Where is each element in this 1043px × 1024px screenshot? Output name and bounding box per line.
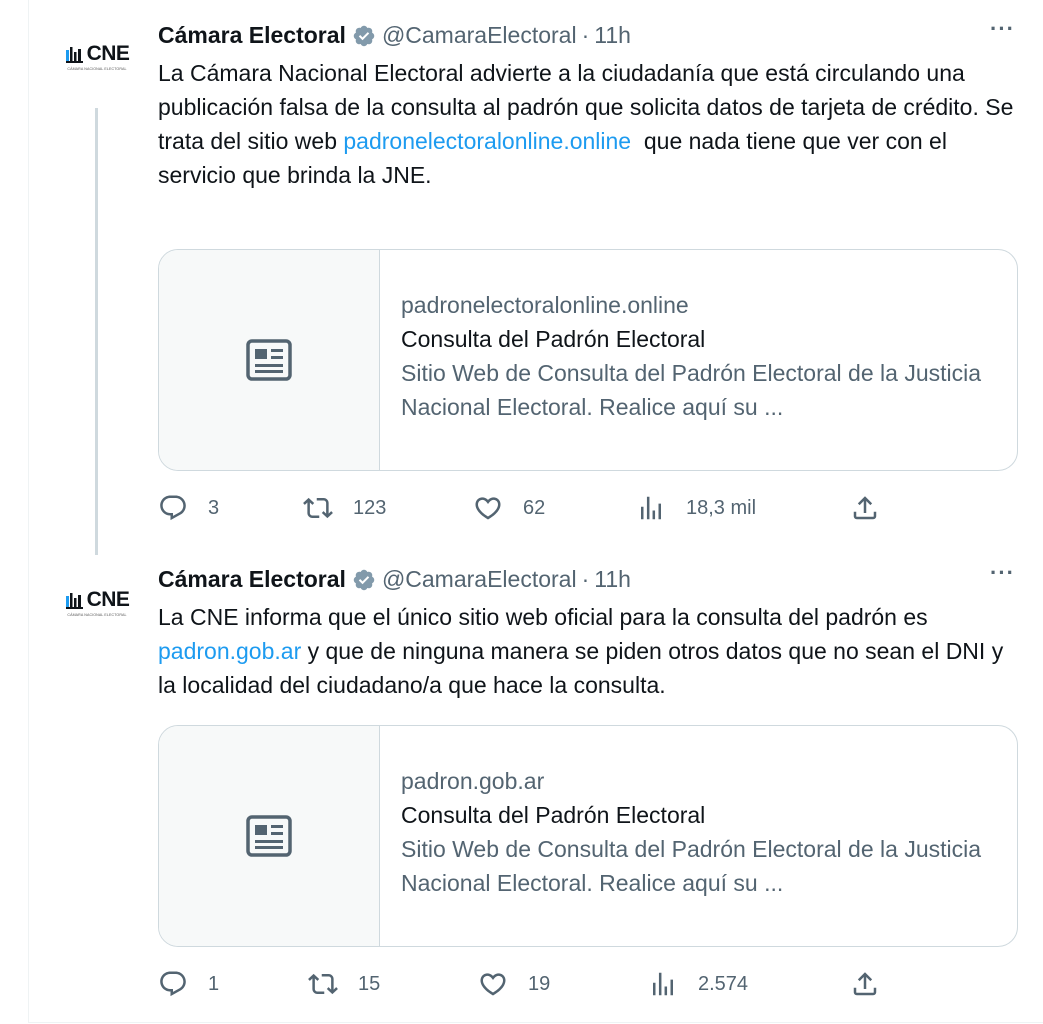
link-card[interactable]: padron.gob.ar Consulta del Padrón Electo… — [158, 725, 1018, 947]
article-icon — [246, 815, 292, 857]
author-handle[interactable]: @CamaraElectoral — [382, 22, 577, 49]
avatar-logo-text: CNE — [86, 41, 130, 65]
card-body: padronelectoralonline.online Consulta de… — [401, 288, 991, 424]
author-name[interactable]: Cámara Electoral — [158, 566, 346, 593]
like-button[interactable]: 62 — [473, 493, 545, 523]
retweet-count: 123 — [353, 496, 387, 519]
share-button[interactable] — [850, 969, 880, 999]
retweet-icon — [308, 973, 338, 995]
like-count: 19 — [528, 972, 551, 995]
cne-logo-icon — [65, 592, 83, 609]
verified-badge-icon — [353, 569, 375, 590]
tweet-header: Cámara Electoral @CamaraElectoral · 11h — [158, 566, 631, 593]
card-title: Consulta del Padrón Electoral — [401, 802, 706, 828]
like-icon — [480, 973, 506, 996]
retweet-button[interactable]: 15 — [308, 969, 380, 999]
separator: · — [581, 22, 590, 48]
reply-count: 1 — [208, 972, 220, 995]
link-card[interactable]: padronelectoralonline.online Consulta de… — [158, 249, 1018, 471]
avatar[interactable]: CNE CÁMARA NACIONAL ELECTORAL — [58, 18, 136, 96]
tweet-text: La Cámara Nacional Electoral advierte a … — [158, 56, 1018, 192]
like-button[interactable]: 19 — [478, 969, 550, 999]
views-icon — [641, 496, 661, 520]
avatar-logo-subtitle: CÁMARA NACIONAL ELECTORAL — [67, 612, 127, 617]
timestamp[interactable]: 11h — [594, 566, 631, 593]
share-icon — [853, 496, 877, 520]
author-name[interactable]: Cámara Electoral — [158, 22, 346, 49]
card-body: padron.gob.ar Consulta del Padrón Electo… — [401, 764, 991, 900]
views-count: 18,3 mil — [686, 496, 757, 519]
views-icon — [653, 972, 673, 996]
share-button[interactable] — [850, 493, 880, 523]
reply-icon — [160, 971, 186, 997]
cne-logo-icon — [65, 46, 83, 63]
verified-badge-icon — [353, 25, 375, 46]
avatar[interactable]: CNE CÁMARA NACIONAL ELECTORAL — [58, 564, 136, 642]
like-count: 62 — [523, 496, 546, 519]
tweet-link[interactable]: padron.gob.ar — [158, 638, 301, 664]
reply-icon — [160, 495, 186, 521]
card-description: Sitio Web de Consulta del Padrón Elector… — [401, 360, 982, 420]
article-icon — [246, 339, 292, 381]
reply-count: 3 — [208, 496, 220, 519]
card-title: Consulta del Padrón Electoral — [401, 326, 706, 352]
card-domain: padronelectoralonline.online — [401, 292, 689, 318]
tweet[interactable]: CNE CÁMARA NACIONAL ELECTORAL Cámara Ele… — [28, 0, 1043, 560]
like-icon — [475, 497, 501, 520]
views-count: 2.574 — [698, 972, 749, 995]
author-handle[interactable]: @CamaraElectoral — [382, 566, 577, 593]
tweet-text-part: La CNE informa que el único sitio web of… — [158, 604, 928, 630]
tweet-link[interactable]: padronelectoralonline.online — [343, 128, 631, 154]
card-media — [159, 726, 380, 946]
more-icon[interactable]: ··· — [990, 560, 1015, 586]
retweet-icon — [303, 497, 333, 519]
avatar-logo-text: CNE — [86, 587, 130, 611]
retweet-button[interactable]: 123 — [303, 493, 386, 523]
card-domain: padron.gob.ar — [401, 768, 545, 794]
more-icon[interactable]: ··· — [990, 16, 1015, 42]
separator: · — [581, 566, 590, 592]
tweet-actions: 3 123 62 18,3 mil — [158, 493, 898, 525]
tweet[interactable]: CNE CÁMARA NACIONAL ELECTORAL Cámara Ele… — [28, 544, 1043, 1024]
card-media — [159, 250, 380, 470]
reply-button[interactable]: 1 — [158, 969, 219, 999]
views-button[interactable]: 18,3 mil — [636, 493, 756, 523]
retweet-count: 15 — [358, 972, 381, 995]
tweet-actions: 1 15 19 2.574 — [158, 969, 898, 1001]
views-button[interactable]: 2.574 — [648, 969, 748, 999]
tweet-header: Cámara Electoral @CamaraElectoral · 11h — [158, 22, 631, 49]
avatar-logo-subtitle: CÁMARA NACIONAL ELECTORAL — [67, 66, 127, 71]
share-icon — [853, 972, 877, 996]
card-description: Sitio Web de Consulta del Padrón Elector… — [401, 836, 982, 896]
tweet-text: La CNE informa que el único sitio web of… — [158, 600, 1018, 702]
timestamp[interactable]: 11h — [594, 22, 631, 49]
reply-button[interactable]: 3 — [158, 493, 219, 523]
